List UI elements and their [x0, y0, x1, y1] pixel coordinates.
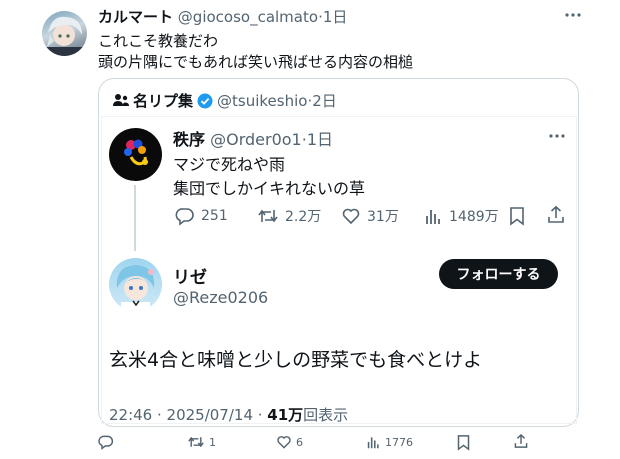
thread-connector [134, 185, 136, 251]
bookmark-icon[interactable] [508, 206, 526, 226]
repost-count: 2.2万 [285, 209, 322, 225]
reply-icon [98, 434, 114, 450]
community-icon [113, 93, 129, 107]
share-icon[interactable] [546, 205, 566, 225]
post-text-line: 頭の片隅にでもあれば笑い飛ばせる内容の相槌 [98, 53, 414, 71]
answer-name[interactable]: リゼ [173, 263, 207, 288]
repost-action[interactable]: 1 [187, 434, 216, 450]
like-icon [276, 434, 292, 450]
view-label: 回表示 [303, 406, 349, 424]
verified-badge-icon [197, 93, 213, 109]
repost-icon [187, 434, 205, 450]
follow-button[interactable]: フォローする [439, 259, 558, 289]
like-icon [341, 206, 361, 226]
post-timestamp[interactable]: 22:46 · 2025/07/14 · [109, 406, 267, 424]
answer-text: 玄米4合と味噌と少しの野菜でも食べとけよ [109, 349, 483, 371]
author-name[interactable]: カルマート [98, 8, 173, 26]
like-count-stat[interactable]: 31万 [341, 206, 399, 226]
more-icon[interactable] [565, 10, 581, 20]
author-handle[interactable]: @giocoso_calmato [178, 8, 318, 26]
answer-author-avatar[interactable] [109, 258, 162, 311]
reply-icon [175, 206, 195, 226]
quote-time[interactable]: 2日 [312, 90, 337, 111]
views-icon [425, 206, 443, 226]
view-count: 1489万 [449, 209, 499, 225]
repost-action-count: 1 [209, 435, 216, 449]
answer-handle[interactable]: @Reze0206 [173, 288, 268, 307]
views-action-count: 1776 [385, 435, 413, 449]
reply-count: 251 [201, 208, 228, 224]
reply-handle[interactable]: @Order0o1 [210, 130, 302, 149]
quote-name[interactable]: 名リプ集 [133, 90, 193, 111]
view-count-stat[interactable]: 1489万 [425, 206, 499, 226]
quote-handle[interactable]: @tsuikeshio [217, 92, 307, 110]
view-total: 41万 [267, 406, 304, 424]
more-icon[interactable] [549, 131, 565, 141]
reply-time[interactable]: 1日 [307, 130, 333, 149]
reply-count-stat[interactable]: 251 [175, 206, 228, 226]
post-time[interactable]: 1日 [323, 8, 348, 26]
bookmark-icon[interactable] [456, 434, 471, 451]
post-text-line: これこそ教養だわ [98, 32, 219, 50]
views-icon [367, 434, 381, 450]
author-avatar[interactable] [42, 11, 87, 56]
reply-header: 秩序 @Order0o1·1日 [173, 126, 333, 150]
reply-text-line: マジで死ねや雨 [173, 155, 286, 174]
reply-name[interactable]: 秩序 [173, 130, 205, 149]
share-icon[interactable] [513, 433, 529, 450]
repost-count-stat[interactable]: 2.2万 [257, 206, 321, 226]
views-action[interactable]: 1776 [367, 434, 413, 450]
reply-author-avatar[interactable] [109, 128, 162, 181]
reply-text-line: 集団でしかイキれないの草 [173, 179, 366, 198]
reply-action[interactable] [98, 434, 120, 450]
repost-icon [257, 206, 279, 226]
post-header: カルマート @giocoso_calmato·1日 [98, 6, 347, 27]
quote-header: 名リプ集 @tsuikeshio · 2日 [133, 90, 337, 111]
post-meta: 22:46 · 2025/07/14 · 41万回表示 [109, 404, 348, 425]
like-count: 31万 [367, 209, 399, 225]
like-action[interactable]: 6 [276, 434, 303, 450]
like-action-count: 6 [296, 435, 303, 449]
